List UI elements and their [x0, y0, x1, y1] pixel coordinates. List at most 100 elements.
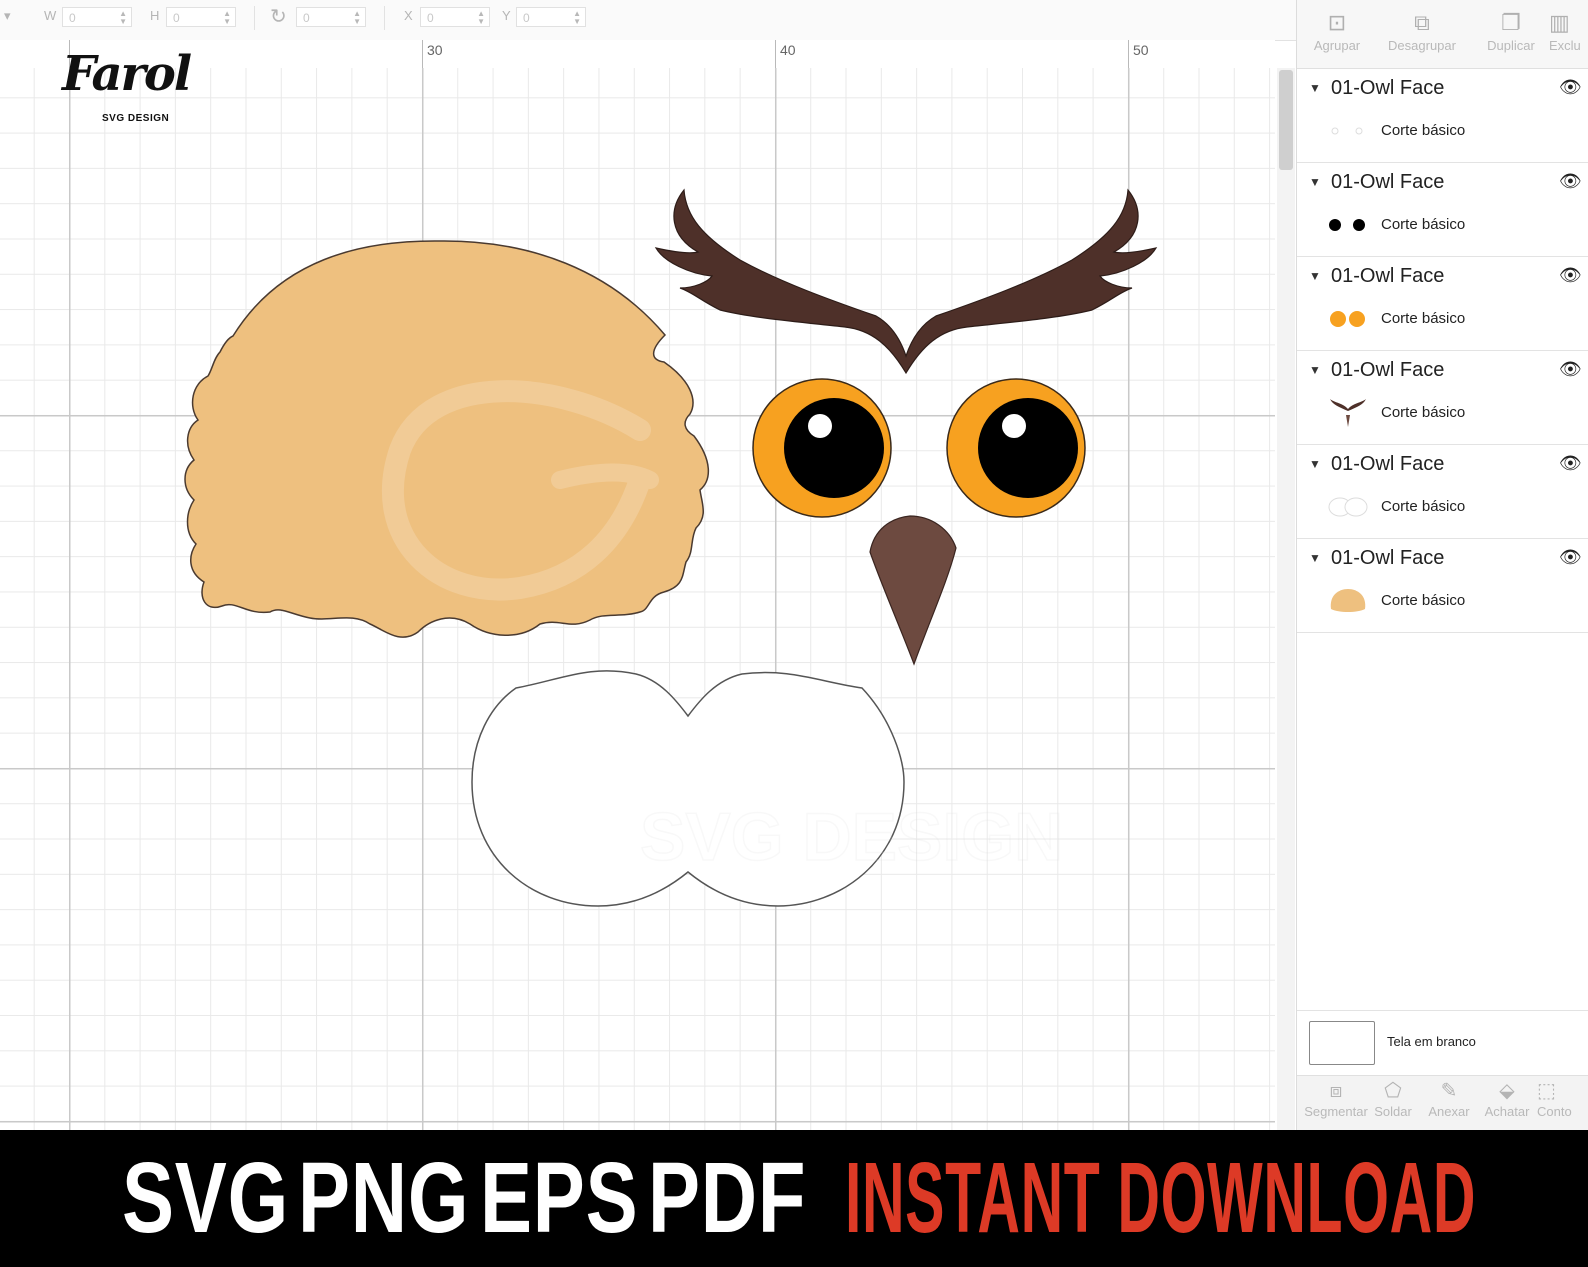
layer-name: 01-Owl Face [1331, 171, 1445, 193]
eye-icon[interactable]: 👁 [1559, 547, 1582, 568]
rotate-value: 0 [303, 11, 310, 25]
layer-name: 01-Owl Face [1331, 547, 1445, 569]
slice-label: Segmentar [1304, 1104, 1368, 1119]
caret-down-icon[interactable]: ▼ [1309, 175, 1321, 189]
y-label: Y [502, 8, 511, 23]
width-value: 0 [69, 11, 76, 25]
caret-down-icon[interactable]: ▼ [1309, 551, 1321, 565]
layer-item[interactable]: ▼ 01-Owl Face 👁 Corte básico [1297, 539, 1588, 633]
attach-button[interactable]: ✎ Anexar [1421, 1078, 1477, 1119]
layer-name: 01-Owl Face [1331, 77, 1445, 99]
ruler-mark-40: 40 [780, 42, 796, 58]
y-input[interactable]: 0 ▲ ▼ [516, 7, 586, 27]
eye-icon[interactable]: 👁 [1559, 453, 1582, 474]
owl-left-highlight [808, 414, 832, 438]
layer-thumb-orange-dots [1330, 311, 1365, 327]
caret-down-icon[interactable]: ▼ [1309, 363, 1321, 377]
owl-right-highlight [1002, 414, 1026, 438]
caret-down-icon[interactable]: ▼ [1309, 81, 1321, 95]
caret-down-icon[interactable]: ▼ [1309, 457, 1321, 471]
ruler-mark-50: 50 [1133, 42, 1149, 58]
farol-logo: Farol SVG DESIGN [62, 46, 192, 126]
layer-cut-type: Corte básico [1381, 498, 1466, 515]
ruler-tick [775, 40, 776, 68]
layer-item[interactable]: ▼ 01-Owl Face 👁 Corte básico [1297, 445, 1588, 539]
width-input[interactable]: 0 ▲ ▼ [62, 7, 132, 27]
x-value: 0 [427, 11, 434, 25]
layers-bottom-toolbar: ⧈ Segmentar ⬠ Soldar ✎ Anexar ⬙ Achatar … [1297, 1075, 1588, 1131]
format-pdf: PDF [648, 1142, 807, 1254]
weld-icon: ⬠ [1384, 1080, 1402, 1102]
vertical-scrollbar-thumb[interactable] [1279, 70, 1293, 170]
format-svg: SVG [122, 1142, 290, 1254]
duplicate-button[interactable]: ❐ Duplicar [1471, 8, 1551, 53]
layer-item[interactable]: ▼ 01-Owl Face 👁 Corte básico [1297, 163, 1588, 257]
vertical-scrollbar[interactable] [1277, 68, 1295, 1130]
x-label: X [404, 8, 413, 23]
ungroup-icon: ⧉ [1414, 10, 1430, 35]
y-stepper-icon[interactable]: ▲ ▼ [573, 10, 581, 26]
height-stepper-icon[interactable]: ▲ ▼ [223, 10, 231, 26]
logo-wordmark: Farol [62, 46, 192, 102]
top-toolbar: ▾ W 0 ▲ ▼ H 0 ▲ ▼ ↻ 0 ▲ ▼ X 0 ▲ ▼ Y 0 ▲ ▼ [0, 0, 1296, 41]
rotate-icon: ↻ [270, 6, 287, 28]
rotate-input[interactable]: 0 ▲ ▼ [296, 7, 366, 27]
width-stepper-icon[interactable]: ▲ ▼ [119, 10, 127, 26]
chevron-down-icon[interactable]: ▾ [4, 8, 11, 24]
width-label: W [44, 8, 57, 23]
ruler-tick [1128, 40, 1129, 68]
group-button[interactable]: ⊡ Agrupar [1297, 8, 1377, 53]
canvas-artwork: SVG DESIGN [184, 188, 1158, 907]
slice-icon: ⧈ [1329, 1080, 1343, 1102]
height-input[interactable]: 0 ▲ ▼ [166, 7, 236, 27]
instant-download-cta: INSTANT DOWNLOAD [845, 1142, 1477, 1254]
blank-canvas-row[interactable]: Tela em branco [1297, 1010, 1588, 1075]
attach-label: Anexar [1428, 1104, 1470, 1119]
eye-icon[interactable]: 👁 [1559, 265, 1582, 286]
contour-label: Conto [1537, 1104, 1572, 1119]
eye-icon[interactable]: 👁 [1559, 359, 1582, 380]
layer-thumb-white-shape [1328, 497, 1368, 517]
layer-name: 01-Owl Face [1331, 453, 1445, 475]
rotate-stepper-icon[interactable]: ▲ ▼ [353, 10, 361, 26]
download-banner: SVG PNG EPS PDF INSTANT DOWNLOAD [0, 1130, 1588, 1267]
eye-icon[interactable]: 👁 [1559, 77, 1582, 98]
weld-button[interactable]: ⬠ Soldar [1365, 1078, 1421, 1119]
height-label: H [150, 8, 160, 23]
layer-item[interactable]: ▼ 01-Owl Face 👁 Corte básico [1297, 69, 1588, 163]
format-png: PNG [298, 1142, 470, 1254]
logo-subtitle: SVG DESIGN [102, 113, 170, 124]
delete-button[interactable]: ▥ Exclu [1549, 8, 1588, 53]
x-input[interactable]: 0 ▲ ▼ [420, 7, 490, 27]
ungroup-label: Desagrupar [1388, 38, 1456, 53]
caret-down-icon[interactable]: ▼ [1309, 269, 1321, 283]
layers-toolbar: ⊡ Agrupar ⧉ Desagrupar ❐ Duplicar ▥ Excl… [1297, 0, 1588, 69]
blank-canvas-swatch[interactable] [1309, 1021, 1375, 1065]
owl-right-pupil[interactable] [978, 398, 1078, 498]
flatten-icon: ⬙ [1499, 1080, 1515, 1102]
watermark-text: SVG DESIGN [640, 799, 1063, 875]
duplicate-label: Duplicar [1487, 38, 1535, 53]
eye-icon[interactable]: 👁 [1559, 171, 1582, 192]
x-stepper-icon[interactable]: ▲ ▼ [477, 10, 485, 26]
layer-name: 01-Owl Face [1331, 265, 1445, 287]
owl-beak[interactable] [869, 515, 957, 666]
layer-cut-type: Corte básico [1381, 404, 1466, 421]
design-canvas[interactable]: SVG DESIGN [0, 68, 1275, 1130]
y-value: 0 [523, 11, 530, 25]
flatten-button[interactable]: ⬙ Achatar [1479, 1078, 1535, 1119]
slice-button[interactable]: ⧈ Segmentar [1301, 1078, 1371, 1119]
layer-thumb-black-dots [1329, 219, 1365, 231]
contour-button[interactable]: ⬚ Conto [1537, 1078, 1588, 1119]
owl-eyebrows[interactable] [654, 188, 1158, 375]
layer-item[interactable]: ▼ 01-Owl Face 👁 Corte básico [1297, 351, 1588, 445]
layer-thumb-brows [1330, 399, 1366, 427]
weld-label: Soldar [1374, 1104, 1412, 1119]
owl-left-pupil[interactable] [784, 398, 884, 498]
layer-item[interactable]: ▼ 01-Owl Face 👁 Corte básico [1297, 257, 1588, 351]
layer-cut-type: Corte básico [1381, 592, 1466, 609]
ruler-tick [422, 40, 423, 68]
ungroup-button[interactable]: ⧉ Desagrupar [1382, 8, 1462, 53]
flatten-label: Achatar [1484, 1104, 1530, 1119]
toolbar-divider [384, 6, 385, 30]
